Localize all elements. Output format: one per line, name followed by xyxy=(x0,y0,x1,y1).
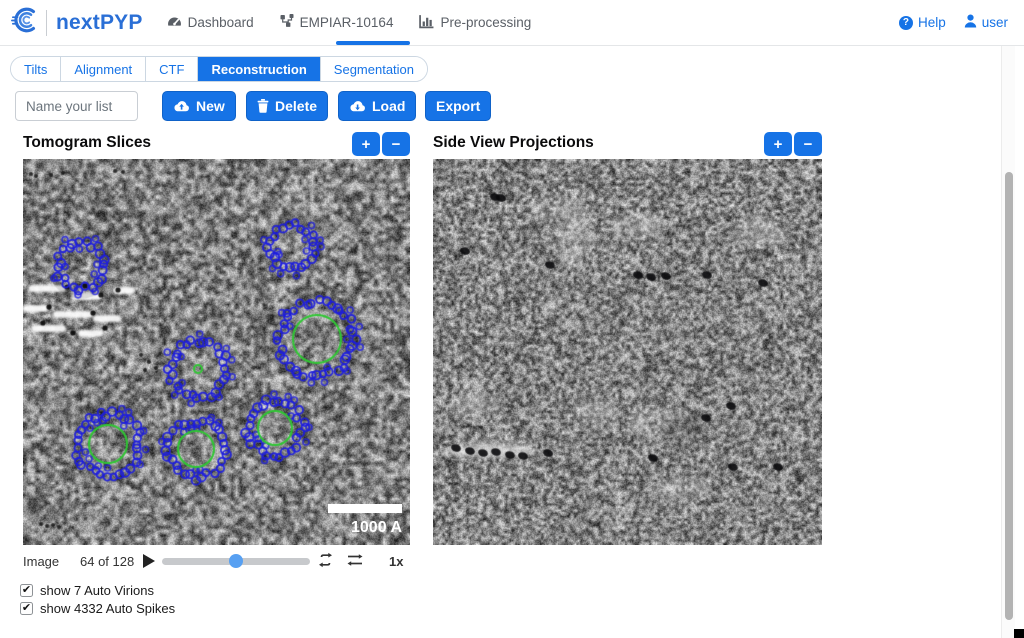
slice-slider[interactable] xyxy=(162,558,310,565)
show-spikes-checkbox[interactable]: ✔ xyxy=(20,602,33,615)
delete-list-label: Delete xyxy=(275,98,317,114)
block-tabs: Tilts Alignment CTF Reconstruction Segme… xyxy=(10,56,428,82)
show-virions-label: show 7 Auto Virions xyxy=(40,583,154,598)
bounce-icon[interactable] xyxy=(346,552,364,571)
logo-divider xyxy=(46,10,47,36)
show-spikes-label: show 4332 Auto Spikes xyxy=(40,601,175,616)
help-link[interactable]: ? Help xyxy=(899,15,946,30)
side-view-panel xyxy=(433,159,822,545)
loop-icon[interactable] xyxy=(317,552,334,571)
vertical-scrollbar[interactable] xyxy=(1001,46,1015,638)
playback-speed-label: 1x xyxy=(389,554,403,569)
tab-tilts[interactable]: Tilts xyxy=(11,57,61,81)
top-navbar: nextPYP Dashboard xyxy=(0,0,1024,46)
chart-icon xyxy=(419,14,434,32)
list-name-input[interactable] xyxy=(15,91,138,121)
scale-bar xyxy=(328,504,402,513)
load-list-button[interactable]: Load xyxy=(338,91,416,121)
trash-icon xyxy=(257,99,269,113)
show-spikes-toggle-row: ✔ show 4332 Auto Spikes xyxy=(20,600,175,616)
tomogram-zoom-controls: + − xyxy=(352,132,410,156)
tomogram-zoom-in-button[interactable]: + xyxy=(352,132,380,156)
export-button[interactable]: Export xyxy=(425,91,491,121)
user-label: user xyxy=(982,15,1008,30)
logo-text: nextPYP xyxy=(56,11,143,35)
scale-bar-label: 1000 A xyxy=(351,519,402,537)
gauge-icon xyxy=(167,14,182,32)
sideview-panel-title: Side View Projections xyxy=(433,134,594,152)
tomogram-slice-panel: 1000 A xyxy=(23,159,410,545)
user-menu[interactable]: user xyxy=(964,14,1008,31)
help-label: Help xyxy=(918,15,946,30)
tab-ctf[interactable]: CTF xyxy=(146,57,198,81)
tab-alignment[interactable]: Alignment xyxy=(61,57,146,81)
tab-segmentation[interactable]: Segmentation xyxy=(321,57,427,81)
slice-player: Image 64 of 128 1x xyxy=(0,551,420,573)
breadcrumb-nav: Dashboard EMPIAR-10164 xyxy=(167,14,532,32)
show-virions-toggle-row: ✔ show 7 Auto Virions xyxy=(20,582,154,598)
header-right: ? Help user xyxy=(899,14,1008,31)
sideview-zoom-controls: + − xyxy=(764,132,822,156)
nav-label-dashboard: Dashboard xyxy=(188,15,254,30)
nav-label-preprocessing: Pre-processing xyxy=(440,15,531,30)
play-button[interactable] xyxy=(142,553,156,569)
side-view-projection-image[interactable] xyxy=(433,159,822,545)
help-icon: ? xyxy=(899,16,913,30)
delete-list-button[interactable]: Delete xyxy=(246,91,328,121)
active-nav-indicator xyxy=(336,41,410,45)
image-position-label: 64 of 128 xyxy=(80,554,134,569)
user-icon xyxy=(964,14,977,31)
sideview-zoom-in-button[interactable]: + xyxy=(764,132,792,156)
new-list-label: New xyxy=(196,98,225,114)
slice-slider-thumb[interactable] xyxy=(229,554,243,568)
export-label: Export xyxy=(436,98,480,114)
nextpyp-logo-icon xyxy=(10,5,40,40)
load-list-label: Load xyxy=(372,98,405,114)
tab-reconstruction[interactable]: Reconstruction xyxy=(198,57,320,81)
tomogram-panel-title: Tomogram Slices xyxy=(23,134,151,152)
new-list-button[interactable]: New xyxy=(162,91,236,121)
corner-block xyxy=(1014,629,1024,638)
sideview-zoom-out-button[interactable]: − xyxy=(794,132,822,156)
cloud-upload-icon xyxy=(173,100,190,113)
tomogram-zoom-out-button[interactable]: − xyxy=(382,132,410,156)
nav-item-dashboard[interactable]: Dashboard xyxy=(167,14,254,32)
nextpyp-logo[interactable]: nextPYP xyxy=(10,5,143,40)
show-virions-checkbox[interactable]: ✔ xyxy=(20,584,33,597)
vertical-scrollbar-thumb[interactable] xyxy=(1005,172,1013,620)
image-label: Image xyxy=(23,554,59,569)
tomogram-slice-image[interactable] xyxy=(23,159,410,545)
nav-label-project: EMPIAR-10164 xyxy=(300,15,394,30)
project-icon xyxy=(280,14,294,31)
nav-item-preprocessing[interactable]: Pre-processing xyxy=(419,14,531,32)
nextpyp-app: nextPYP Dashboard xyxy=(0,0,1024,638)
cloud-download-icon xyxy=(349,100,366,113)
nav-item-project[interactable]: EMPIAR-10164 xyxy=(280,14,394,31)
